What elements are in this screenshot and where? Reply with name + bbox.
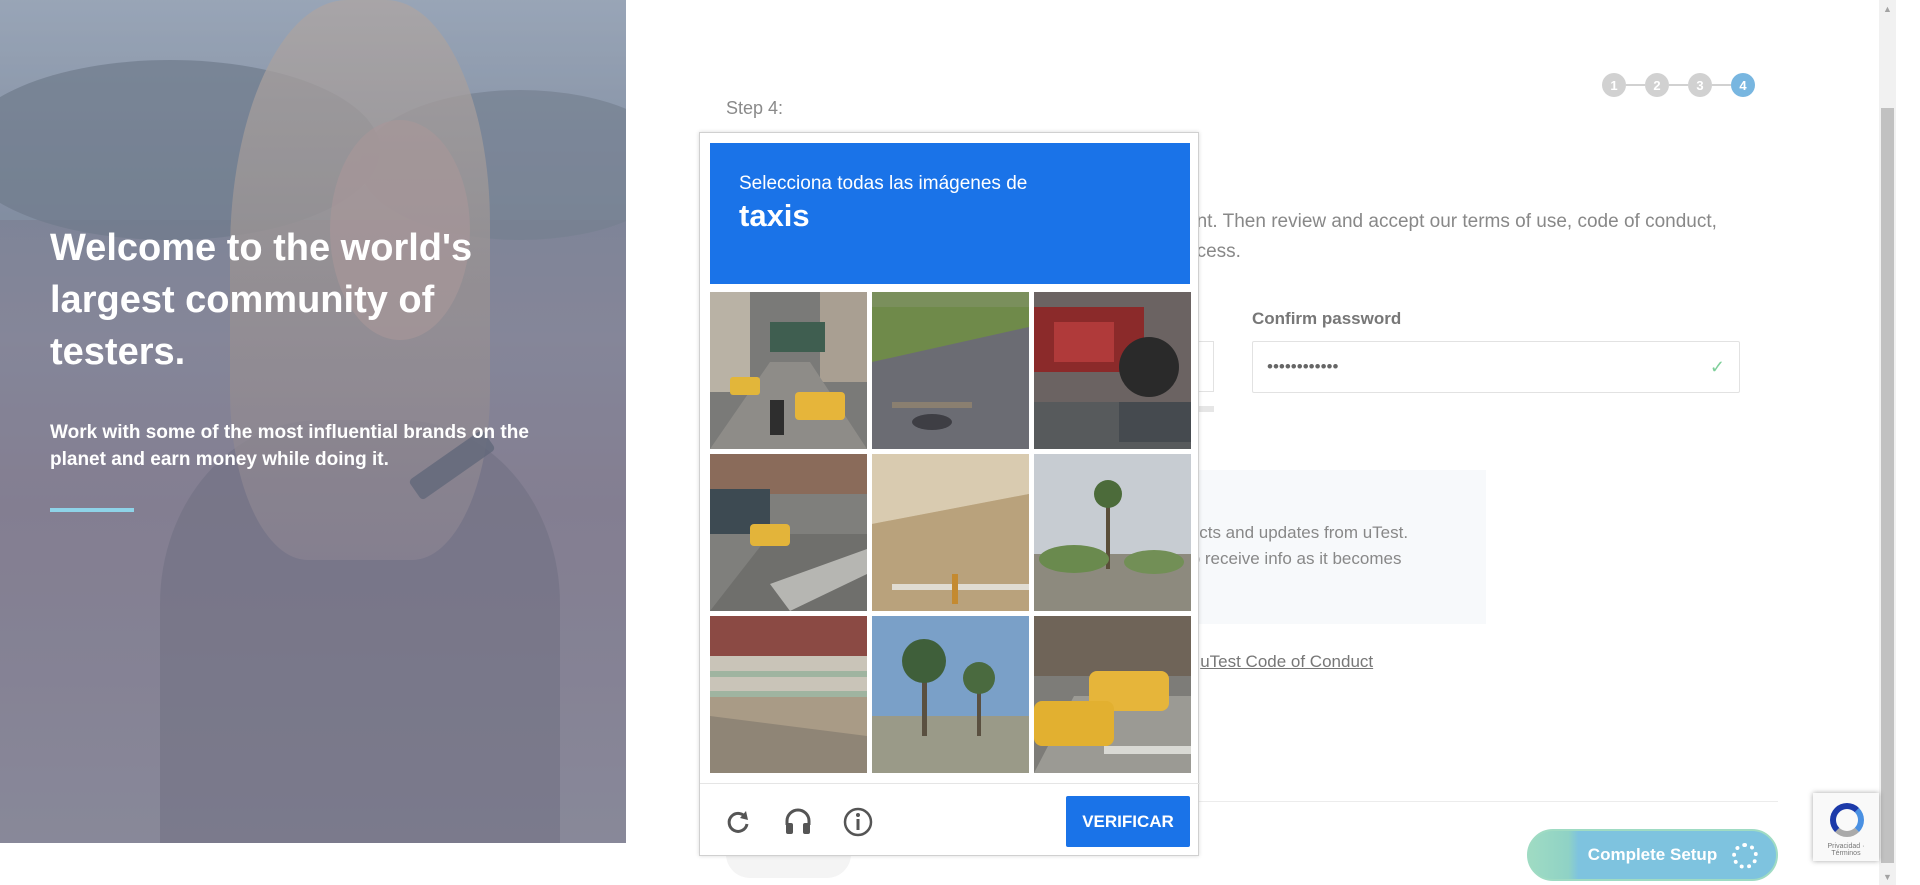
loading-spinner-icon: [1732, 843, 1758, 869]
scroll-thumb[interactable]: [1881, 108, 1894, 863]
verify-button[interactable]: VERIFICAR: [1066, 796, 1190, 847]
step-label: Step 4:: [726, 98, 784, 118]
check-icon: ✓: [1709, 356, 1725, 377]
hero-panel: Welcome to the world's largest community…: [0, 0, 626, 843]
scroll-down-arrow-icon[interactable]: ▼: [1879, 868, 1896, 885]
hero-headline: Welcome to the world's largest community…: [50, 227, 473, 373]
complete-setup-label: Complete Setup: [1587, 845, 1718, 864]
recaptcha-badge[interactable]: Privacidad · Términos: [1813, 793, 1879, 861]
step-4: 4: [1731, 73, 1755, 97]
confirm-password-value: ••••••••••••: [1267, 357, 1339, 376]
intro-text: unt. Then review and accept our terms of…: [1186, 211, 1717, 262]
captcha-tile[interactable]: [872, 292, 1029, 449]
step-2: 2: [1645, 73, 1669, 97]
step-connector: [1669, 84, 1688, 86]
hero-subtext: Work with some of the most influential b…: [50, 422, 529, 470]
step-connector: [1626, 84, 1645, 86]
code-of-conduct-link[interactable]: uTest Code of Conduct: [1200, 652, 1373, 671]
captcha-tile-grid: [710, 292, 1191, 773]
captcha-tile[interactable]: [710, 292, 867, 449]
headphones-icon[interactable]: [782, 806, 814, 838]
captcha-instruction: Selecciona todas las imágenes de: [739, 173, 1028, 194]
captcha-tile[interactable]: [872, 454, 1029, 611]
recaptcha-logo-icon: [1830, 803, 1864, 837]
step-1: 1: [1602, 73, 1626, 97]
step-connector: [1712, 84, 1731, 86]
info-line: to receive info as it becomes: [1186, 549, 1402, 568]
confirm-password-field[interactable]: •••••••••••• ✓: [1252, 341, 1740, 393]
confirm-password-label: Confirm password: [1252, 309, 1402, 328]
page-scrollbar[interactable]: ▲ ▼: [1879, 0, 1896, 885]
captcha-tile[interactable]: [710, 616, 867, 773]
progress-stepper: 1 2 3 4: [1602, 73, 1755, 97]
captcha-tile[interactable]: [1034, 454, 1191, 611]
captcha-tile[interactable]: [710, 454, 867, 611]
step-3: 3: [1688, 73, 1712, 97]
reload-icon[interactable]: [722, 806, 754, 838]
captcha-header: Selecciona todas las imágenes de taxis: [710, 143, 1190, 284]
complete-setup-button[interactable]: Complete Setup: [1527, 829, 1778, 881]
captcha-challenge: Selecciona todas las imágenes de taxis V…: [699, 132, 1200, 857]
captcha-tile[interactable]: [1034, 292, 1191, 449]
scroll-up-arrow-icon[interactable]: ▲: [1879, 0, 1896, 17]
captcha-target: taxis: [739, 198, 810, 233]
code-of-conduct-row: e uTest Code of Conduct: [1186, 652, 1373, 672]
recaptcha-privacy-text: Privacidad · Términos: [1827, 843, 1865, 857]
info-line: jects and updates from uTest.: [1186, 523, 1409, 542]
captcha-footer: VERIFICAR: [700, 783, 1200, 857]
captcha-tile[interactable]: [1034, 616, 1191, 773]
form-divider: [1190, 801, 1778, 802]
captcha-tile[interactable]: [872, 616, 1029, 773]
newsletter-info-text: jects and updates from uTest. to receive…: [1186, 520, 1446, 572]
info-icon[interactable]: [842, 806, 874, 838]
hero-divider: [50, 508, 134, 512]
